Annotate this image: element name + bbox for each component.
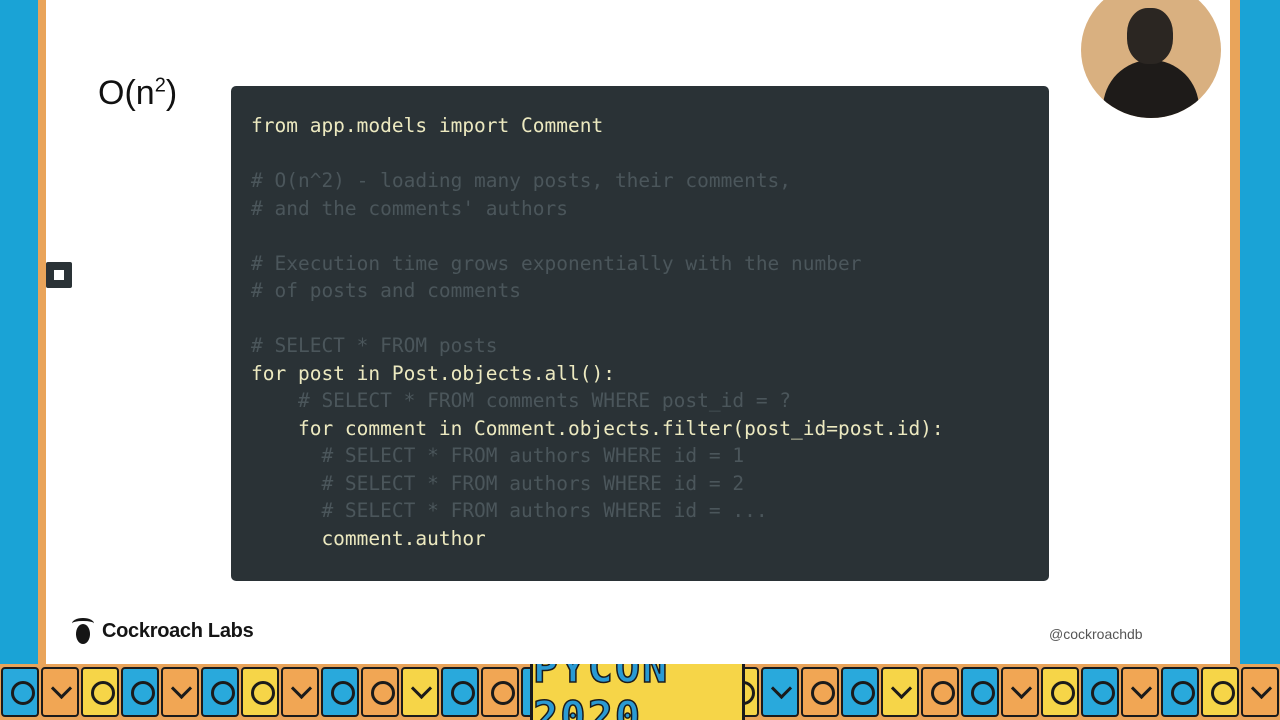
banner-tile-icon [401,667,439,717]
code-listing: from app.models import Comment # O(n^2) -… [251,112,944,552]
code-comment-line: # Execution time grows exponentially wit… [251,251,862,275]
slide-title: O(n2) [98,74,178,112]
banner-tile-icon [161,667,199,717]
slide-navigation-marker-icon[interactable] [46,262,72,288]
cockroach-icon [72,618,94,644]
banner-tile-icon [81,667,119,717]
left-border [0,0,40,664]
banner-tile-icon [921,667,959,717]
banner-tile-icon [1,667,39,717]
code-comment-line: # SELECT * FROM posts [251,334,498,357]
code-line: comment.author [251,526,486,550]
banner-tile-icon [1081,667,1119,717]
banner-tile-icon [1201,667,1239,717]
banner-tile-icon [1161,667,1199,717]
speaker-webcam [1081,0,1221,118]
banner-tile-icon [1041,667,1079,717]
banner-tile-icon [41,667,79,717]
code-comment-line: # of posts and comments [251,279,522,302]
slide: O(n2) from app.models import Comment # O(… [46,0,1230,664]
banner-tile-icon [361,667,399,717]
code-line: from app.models import Comment [251,114,604,137]
banner-tile-icon [241,667,279,717]
speaker-head [1127,8,1173,64]
banner-tile-icon [1241,667,1279,717]
banner-tile-icon [441,667,479,717]
banner-tile-icon [481,667,519,717]
code-comment-line: # SELECT * FROM authors WHERE id = 1 [251,444,745,467]
social-handle: @cockroachdb [1049,626,1143,642]
banner-tile-icon [761,667,799,717]
conference-title: PYCON 2020 [530,664,745,720]
banner-tile-icon [801,667,839,717]
banner-tile-icon [881,667,919,717]
speaker-silhouette [1103,60,1199,118]
banner-tile-icon [281,667,319,717]
banner-tile-icon [1001,667,1039,717]
right-border [1240,0,1280,664]
code-comment-line: # SELECT * FROM authors WHERE id = ... [251,499,768,522]
right-border-stripe [1230,0,1240,664]
left-border-stripe [38,0,46,664]
banner-tile-icon [1121,667,1159,717]
code-line: for comment in Comment.objects.filter(po… [251,416,944,440]
code-comment-line: # O(n^2) - loading many posts, their com… [251,169,792,192]
code-comment-line: # and the comments' authors [251,196,568,220]
banner-tile-icon [841,667,879,717]
banner-tile-icon [961,667,999,717]
banner-tile-icon [201,667,239,717]
banner-tile-icon [121,667,159,717]
company-logo: Cockroach Labs [72,618,254,644]
code-comment-line: # SELECT * FROM authors WHERE id = 2 [251,471,745,495]
conference-banner: PYCON 2020 [0,664,1280,720]
banner-tile-icon [321,667,359,717]
code-comment-line: # SELECT * FROM comments WHERE post_id =… [251,389,792,412]
code-block: from app.models import Comment # O(n^2) -… [231,86,1049,581]
code-line: for post in Post.objects.all(): [251,361,615,385]
